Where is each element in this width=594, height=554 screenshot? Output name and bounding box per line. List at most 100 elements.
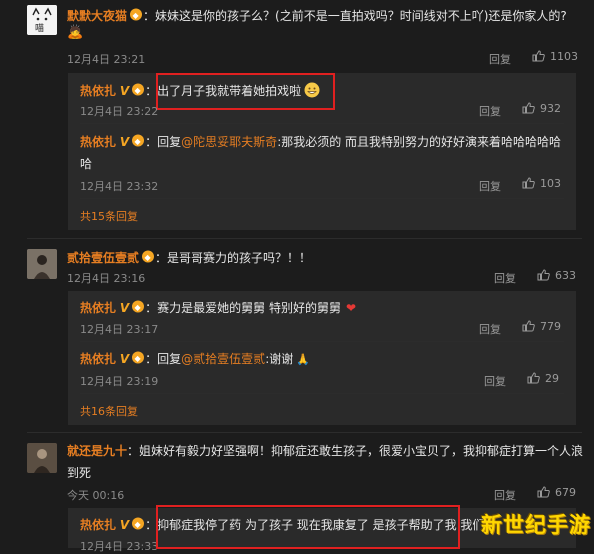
like-button[interactable]: 633 xyxy=(537,269,576,282)
svg-text:◆: ◆ xyxy=(135,137,142,146)
username[interactable]: 就还是九十 xyxy=(67,444,127,458)
timestamp: 12月4日 23:19 xyxy=(80,375,159,388)
comment-text-cont: 到死 xyxy=(67,466,92,480)
like-count: 29 xyxy=(545,372,559,385)
username[interactable]: 贰拾壹伍壹贰 xyxy=(67,251,139,265)
comment-emoji: 🙇 xyxy=(67,25,84,40)
heart-icon: ❤ xyxy=(345,301,357,315)
svg-text:◆: ◆ xyxy=(135,303,142,312)
comment-text: 是哥哥赛力的孩子吗？！！ xyxy=(167,251,312,265)
username[interactable]: 热依扎 xyxy=(80,84,116,98)
reply-button[interactable]: 回复 xyxy=(479,103,501,119)
verified-icon: V xyxy=(119,301,130,315)
more-replies-link[interactable]: 共16条回复 xyxy=(80,403,138,419)
like-count: 679 xyxy=(555,486,576,499)
person-avatar-icon xyxy=(27,249,57,279)
reply-button[interactable]: 回复 xyxy=(484,373,506,389)
like-count: 1103 xyxy=(550,50,578,63)
username[interactable]: 热依扎 xyxy=(80,135,116,149)
reply-line: 热依扎 V ◆ ：赛力是最爱她的舅舅 特别好的舅舅 ❤ xyxy=(80,300,357,316)
reply-text: :那我必须的 而且我特别努力的好好演来着哈哈哈哈哈 xyxy=(277,135,562,149)
thumbs-up-icon xyxy=(522,320,535,332)
avatar[interactable] xyxy=(27,443,57,473)
svg-text:◆: ◆ xyxy=(135,520,142,529)
highlight-box xyxy=(156,505,460,549)
thumbs-up-icon xyxy=(537,486,550,498)
username[interactable]: 默默大夜猫 xyxy=(67,9,127,23)
more-replies-link[interactable]: 共15条回复 xyxy=(80,208,138,224)
reply-prefix: 回复 xyxy=(157,352,182,366)
mention-link[interactable]: @贰拾壹伍壹贰 xyxy=(181,352,265,366)
timestamp: 12月4日 23:22 xyxy=(80,105,159,118)
comment-text: 姐妹好有毅力好坚强啊！抑郁症还敢生孩子，很爱小宝贝了，我抑郁症打算一个人浪 xyxy=(139,444,584,458)
like-count: 779 xyxy=(540,320,561,333)
avatar[interactable]: 喵 xyxy=(27,5,57,35)
thumbs-up-icon xyxy=(537,269,550,281)
thumbs-up-icon xyxy=(527,372,540,384)
timestamp: 12月4日 23:33 xyxy=(80,540,159,553)
timestamp: 12月4日 23:16 xyxy=(67,272,146,285)
like-count: 932 xyxy=(540,102,561,115)
vip-badge-icon: ◆ xyxy=(131,134,145,150)
thumbs-up-icon xyxy=(522,177,535,189)
divider xyxy=(80,341,564,342)
vip-badge-icon: ◆ xyxy=(141,250,155,266)
timestamp: 12月4日 23:32 xyxy=(80,180,159,193)
svg-text:◆: ◆ xyxy=(133,11,140,20)
reply-button[interactable]: 回复 xyxy=(489,51,511,67)
person-avatar-icon xyxy=(27,443,57,473)
verified-icon: V xyxy=(119,352,130,366)
verified-icon: V xyxy=(119,518,130,532)
vip-badge-icon: ◆ xyxy=(131,83,145,99)
verified-icon: V xyxy=(119,84,130,98)
avatar[interactable] xyxy=(27,249,57,279)
comment-2-line: 贰拾壹伍壹贰 ◆ ：是哥哥赛力的孩子吗？！！ xyxy=(67,250,312,266)
reply-button[interactable]: 回复 xyxy=(494,270,516,286)
username[interactable]: 热依扎 xyxy=(80,301,116,315)
thumbs-up-icon xyxy=(522,102,535,114)
divider xyxy=(27,432,582,433)
reply-prefix: 回复 xyxy=(157,135,182,149)
username[interactable]: 热依扎 xyxy=(80,518,116,532)
divider xyxy=(80,393,564,394)
vip-badge-icon: ◆ xyxy=(131,351,145,367)
thumbs-up-icon xyxy=(532,50,545,62)
like-button[interactable]: 679 xyxy=(537,486,576,499)
vip-badge-icon: ◆ xyxy=(129,8,143,24)
reply-text: 赛力是最爱她的舅舅 特别好的舅舅 xyxy=(157,301,341,315)
timestamp: 12月4日 23:17 xyxy=(80,323,159,336)
svg-text:◆: ◆ xyxy=(135,354,142,363)
divider xyxy=(80,123,564,124)
timestamp: 12月4日 23:21 xyxy=(67,53,146,66)
divider xyxy=(80,198,564,199)
highlight-box xyxy=(156,73,335,110)
comment-text: 妹妹这是你的孩子么？(之前不是一直拍戏吗？时间线对不上吖)还是你家人的? xyxy=(155,9,567,23)
reply-line: 热依扎 V ◆ ：回复@陀思妥耶夫斯奇:那我必须的 而且我特别努力的好好演来着哈哈哈… xyxy=(80,134,562,150)
verified-icon: V xyxy=(119,135,130,149)
like-count: 633 xyxy=(555,269,576,282)
reply-text-cont: 哈 xyxy=(80,157,93,171)
like-button[interactable]: 1103 xyxy=(532,50,578,63)
watermark-logo: 新世纪手游 xyxy=(481,513,591,537)
vip-badge-icon: ◆ xyxy=(131,300,145,316)
like-button[interactable]: 779 xyxy=(522,320,561,333)
svg-text:◆: ◆ xyxy=(135,86,142,95)
like-button[interactable]: 103 xyxy=(522,177,561,190)
mention-link[interactable]: @陀思妥耶夫斯奇 xyxy=(181,135,277,149)
svg-text:喵: 喵 xyxy=(35,23,44,34)
vip-badge-icon: ◆ xyxy=(131,517,145,533)
like-button[interactable]: 932 xyxy=(522,102,561,115)
comment-1-line: 默默大夜猫 ◆ ：妹妹这是你的孩子么？(之前不是一直拍戏吗？时间线对不上吖)还是你家… xyxy=(67,7,567,24)
like-button[interactable]: 29 xyxy=(527,372,559,385)
comment-3-line: 就还是九十：姐妹好有毅力好坚强啊！抑郁症还敢生孩子，很爱小宝贝了，我抑郁症打算一… xyxy=(67,444,584,458)
divider xyxy=(27,238,582,239)
reply-button[interactable]: 回复 xyxy=(494,487,516,503)
username[interactable]: 热依扎 xyxy=(80,352,116,366)
cat-avatar-icon: 喵 xyxy=(27,5,57,35)
colon: ： xyxy=(143,9,156,23)
like-count: 103 xyxy=(540,177,561,190)
reply-button[interactable]: 回复 xyxy=(479,178,501,194)
reply-button[interactable]: 回复 xyxy=(479,321,501,337)
reply-line: 热依扎 V ◆ ：回复@贰拾壹伍壹贰:谢谢 🙏 xyxy=(80,351,310,367)
timestamp: 今天 00:16 xyxy=(67,489,125,502)
